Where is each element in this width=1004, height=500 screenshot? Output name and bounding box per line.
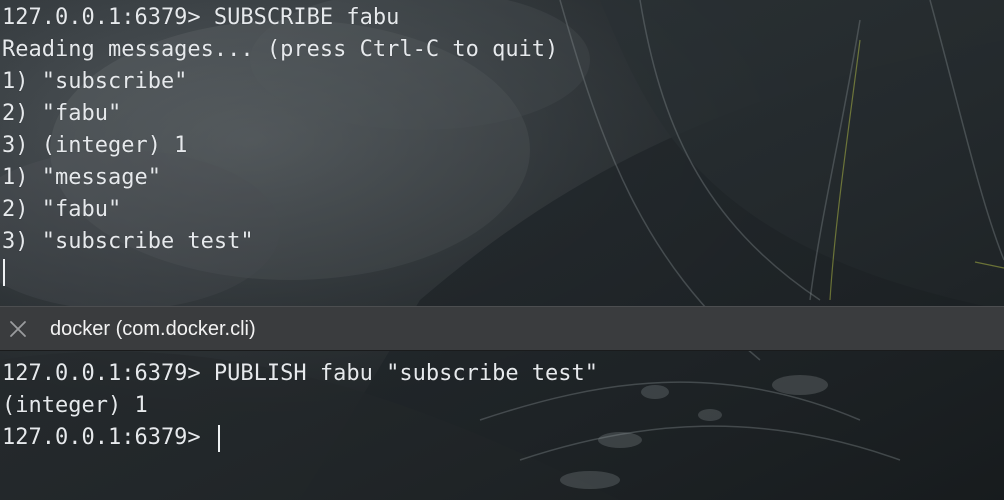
text-cursor [3,259,5,286]
pane-tab-bar[interactable]: docker (com.docker.cli) [0,306,1004,351]
pane-title: docker (com.docker.cli) [50,318,256,340]
terminal-window: 127.0.0.1:6379> SUBSCRIBE fabu Reading m… [0,0,1004,500]
terminal-line: 3) "subscribe test" [2,229,254,254]
text-cursor [217,424,220,452]
terminal-line: 1) "subscribe" [2,69,188,94]
terminal-line: 2) "fabu" [2,101,122,126]
terminal-line: 127.0.0.1:6379> PUBLISH fabu "subscribe … [2,361,599,386]
terminal-line: 1) "message" [2,165,161,190]
terminal-line: Reading messages... (press Ctrl-C to qui… [2,37,559,62]
terminal-line: 2) "fabu" [2,197,122,222]
shell-prompt: 127.0.0.1:6379> [2,425,214,450]
prompt-line[interactable]: 127.0.0.1:6379> [2,422,220,454]
publisher-pane[interactable]: 127.0.0.1:6379> PUBLISH fabu "subscribe … [0,351,1004,500]
terminal-line: (integer) 1 [2,393,148,418]
close-icon[interactable] [7,318,29,340]
subscriber-pane[interactable]: 127.0.0.1:6379> SUBSCRIBE fabu Reading m… [0,0,1004,306]
terminal-line: 3) (integer) 1 [2,133,188,158]
terminal-line: 127.0.0.1:6379> SUBSCRIBE fabu [2,5,400,30]
